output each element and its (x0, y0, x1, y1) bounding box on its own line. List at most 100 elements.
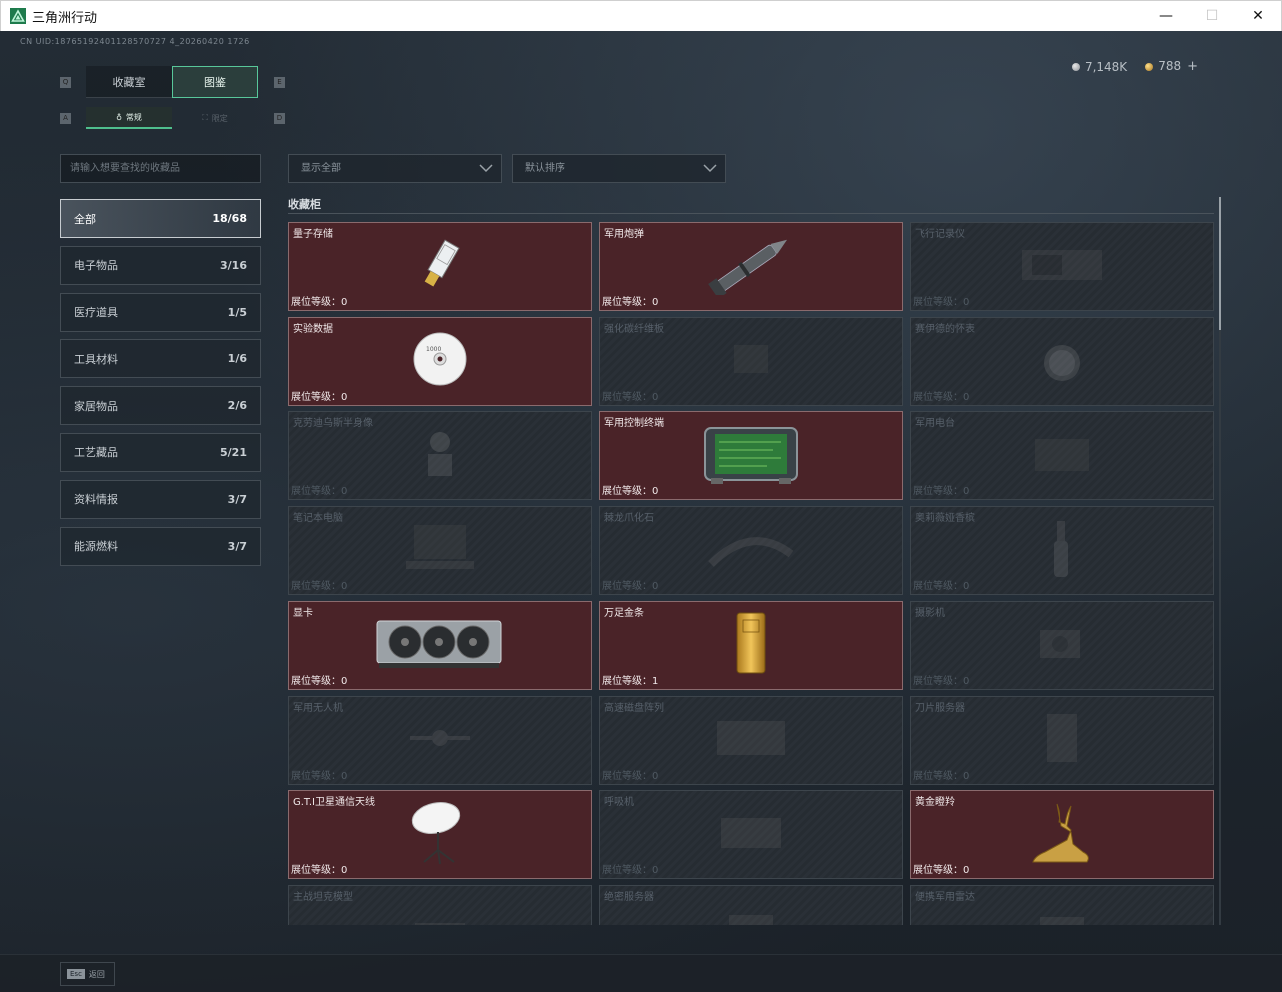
item-level: 展位等级：1 (602, 672, 658, 687)
champagne-icon (1047, 517, 1077, 585)
tank-model-icon (405, 907, 475, 925)
item-name: 高速磁盘阵列 (604, 702, 664, 714)
collection-card[interactable]: 高速磁盘阵列 展位等级：0 (599, 695, 903, 785)
level-prefix: 展位等级： (602, 486, 652, 498)
flight-recorder-icon (1017, 245, 1107, 289)
collection-card[interactable]: 军用控制终端 展位等级：0 (599, 411, 903, 501)
tab-collection-room[interactable]: 收藏室 (86, 66, 172, 98)
scrollbar-thumb[interactable] (1219, 197, 1221, 330)
level-value: 0 (341, 486, 348, 498)
level-value: 0 (652, 581, 659, 593)
claw-fossil-icon (706, 524, 796, 578)
category-item[interactable]: 电子物品 3/16 (60, 245, 261, 285)
collection-card[interactable]: 笔记本电脑展位等级：0 (288, 506, 592, 596)
minimize-button[interactable]: — (1143, 1, 1189, 31)
ventilator-icon (711, 808, 791, 862)
level-prefix: 展位等级： (913, 297, 963, 308)
collection-card[interactable]: 飞行记录仪 展位等级：0 (910, 222, 1214, 311)
collection-card[interactable]: 军用炮弹 展位等级：0 (599, 222, 903, 311)
artillery-shell-icon (701, 235, 801, 299)
maximize-button[interactable]: ☐ (1189, 1, 1235, 31)
filter-dropdown[interactable]: 显示全部 (288, 154, 502, 183)
level-prefix: 展位等级： (913, 581, 963, 593)
level-value: 0 (652, 770, 659, 782)
tab-catalog[interactable]: 图鉴 (172, 66, 258, 98)
key-hint-q: Q (60, 77, 71, 88)
category-item[interactable]: 能源燃料 3/7 (60, 526, 261, 566)
level-value: 0 (652, 297, 659, 308)
item-name: 军用电台 (915, 418, 955, 430)
collection-card[interactable]: 刀片服务器 展位等级：0 (910, 695, 1214, 785)
gold-currency[interactable]: 788 + (1145, 59, 1198, 74)
collection-card[interactable]: 量子存储 展位等级：0 (288, 222, 592, 311)
category-label: 工具材料 (74, 352, 118, 366)
level-value: 0 (963, 391, 970, 403)
key-hint-a: A (60, 113, 71, 124)
level-value: 0 (341, 581, 348, 593)
item-level: 展位等级：0 (602, 482, 658, 497)
category-item[interactable]: 医疗道具 1/5 (60, 292, 261, 332)
subtab-regular[interactable]: ♁ 常规 (86, 107, 172, 129)
level-value: 0 (341, 297, 348, 308)
item-level: 展位等级：0 (913, 672, 969, 687)
collection-card[interactable]: 奥莉薇娅香槟 展位等级：0 (910, 506, 1214, 596)
level-value: 1 (652, 675, 659, 687)
level-value: 0 (652, 486, 659, 498)
item-name: 实验数据 (293, 323, 333, 335)
item-name: 军用控制终端 (604, 418, 664, 430)
blade-server-icon (1037, 708, 1087, 772)
collection-card[interactable]: 便携军用雷达 (910, 884, 1214, 925)
collection-card[interactable]: 摄影机 展位等级：0 (910, 600, 1214, 690)
level-prefix: 展位等级： (913, 865, 963, 877)
level-value: 0 (341, 770, 348, 782)
category-count: 5/21 (220, 445, 247, 459)
category-item[interactable]: 家居物品 2/6 (60, 386, 261, 426)
level-prefix: 展位等级： (913, 486, 963, 498)
item-name: 显卡 (293, 607, 313, 619)
camera-icon (1032, 618, 1092, 672)
item-level: 展位等级：0 (602, 577, 658, 592)
category-item[interactable]: 资料情报 3/7 (60, 479, 261, 519)
collection-card[interactable]: 黄金瞪羚 展位等级：0 (910, 790, 1214, 880)
category-label: 全部 (74, 212, 96, 226)
category-item[interactable]: 工艺藏品 5/21 (60, 432, 261, 472)
category-label: 能源燃料 (74, 540, 118, 554)
category-item[interactable]: 全部 18/68 (60, 199, 261, 238)
close-button[interactable]: ✕ (1235, 1, 1281, 31)
subtab-limited[interactable]: ⛶ 限定 (172, 107, 258, 129)
level-prefix: 展位等级： (913, 770, 963, 782)
collection-card[interactable]: 棘龙爪化石 展位等级：0 (599, 506, 903, 596)
military-radio-icon (1027, 429, 1097, 483)
item-name: 笔记本电脑 (293, 513, 343, 525)
gold-gazelle-icon (1027, 800, 1097, 870)
collection-card[interactable]: 赛伊德的怀表 展位等级：0 (910, 316, 1214, 406)
laptop-icon (400, 521, 480, 581)
add-currency-button[interactable]: + (1187, 59, 1198, 74)
collection-card[interactable]: 军用电台展位等级：0 (910, 411, 1214, 501)
section-divider (288, 213, 1214, 214)
search-input[interactable]: 请输入想要查找的收藏品 (60, 154, 261, 183)
collection-card[interactable]: 强化碳纤维板 展位等级：0 (599, 316, 903, 406)
collection-card[interactable]: G.T.I卫星通信天线 展位等级：0 (288, 790, 592, 880)
category-item[interactable]: 工具材料 1/6 (60, 339, 261, 379)
category-count: 1/5 (227, 305, 247, 319)
collection-card[interactable]: 实验数据 1000 展位等级：0 (288, 316, 592, 406)
collection-card[interactable]: 主战坦克模型 (288, 884, 592, 925)
sort-dropdown[interactable]: 默认排序 (512, 154, 726, 183)
item-level: 展位等级：0 (291, 672, 347, 687)
collection-card[interactable]: 克劳迪乌斯半身像 展位等级：0 (288, 411, 592, 501)
item-level: 展位等级：0 (913, 482, 969, 497)
chevron-down-icon (703, 164, 717, 173)
collection-card[interactable]: 万足金条 展位等级：1 (599, 600, 903, 690)
collection-card[interactable]: 绝密服务器 (599, 884, 903, 925)
level-prefix: 展位等级： (602, 581, 652, 593)
level-prefix: 展位等级： (291, 675, 341, 687)
back-button[interactable]: Esc 返回 (60, 962, 115, 986)
collection-card[interactable]: 军用无人机 展位等级：0 (288, 695, 592, 785)
collection-card[interactable]: 呼吸机 展位等级：0 (599, 790, 903, 880)
usb-drive-icon (415, 237, 465, 297)
item-level: 展位等级：0 (291, 577, 347, 592)
item-name: 军用无人机 (293, 702, 343, 714)
pocket-watch-icon (1037, 329, 1087, 393)
collection-card[interactable]: 显卡展位等级：0 (288, 600, 592, 690)
